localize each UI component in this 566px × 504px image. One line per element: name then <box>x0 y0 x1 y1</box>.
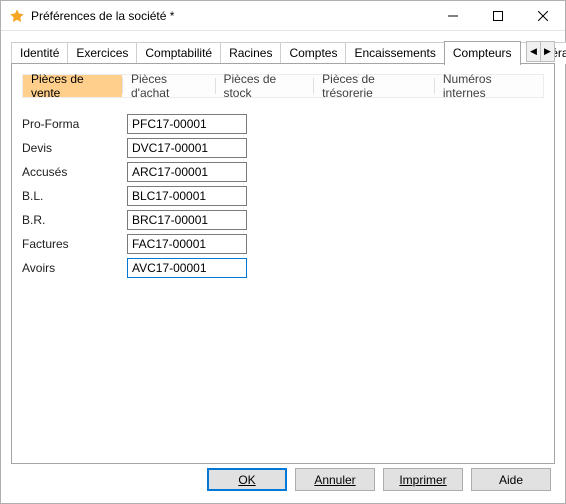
titlebar: Préférences de la société * <box>1 1 565 31</box>
input-avoirs[interactable] <box>127 258 247 278</box>
counters-form: Pro-Forma Devis Accusés B.L. B.R. Factur… <box>22 112 544 280</box>
input-devis[interactable] <box>127 138 247 158</box>
tabs-container: Identité Exercices Comptabilité Racines … <box>11 41 555 464</box>
help-button[interactable]: Aide <box>471 468 551 491</box>
subtab-numeros-internes[interactable]: Numéros internes <box>435 75 543 97</box>
input-accuses[interactable] <box>127 162 247 182</box>
app-star-icon <box>9 8 25 24</box>
tab-compteurs[interactable]: Compteurs <box>444 41 521 65</box>
label-accuses: Accusés <box>22 165 127 179</box>
tab-identite[interactable]: Identité <box>11 42 68 64</box>
row-avoirs: Avoirs <box>22 256 544 280</box>
close-button[interactable] <box>520 1 565 30</box>
tab-scroll-right[interactable]: ▶ <box>540 41 555 62</box>
maximize-button[interactable] <box>475 1 520 30</box>
input-br[interactable] <box>127 210 247 230</box>
main-tabstrip: Identité Exercices Comptabilité Racines … <box>11 41 555 64</box>
tab-comptes[interactable]: Comptes <box>280 42 346 64</box>
input-factures[interactable] <box>127 234 247 254</box>
cancel-button[interactable]: Annuler <box>295 468 375 491</box>
label-factures: Factures <box>22 237 127 251</box>
tab-encaissements[interactable]: Encaissements <box>345 42 444 64</box>
row-proforma: Pro-Forma <box>22 112 544 136</box>
window-controls <box>430 1 565 30</box>
subtab-pieces-achat[interactable]: Pièces d'achat <box>123 75 215 97</box>
minimize-button[interactable] <box>430 1 475 30</box>
subtab-bar: Pièces de vente Pièces d'achat Pièces de… <box>22 74 544 98</box>
row-br: B.R. <box>22 208 544 232</box>
input-proforma[interactable] <box>127 114 247 134</box>
tab-scroll-arrows: ◀ ▶ <box>526 41 555 62</box>
label-br: B.R. <box>22 213 127 227</box>
label-devis: Devis <box>22 141 127 155</box>
row-devis: Devis <box>22 136 544 160</box>
label-proforma: Pro-Forma <box>22 117 127 131</box>
tab-comptabilite[interactable]: Comptabilité <box>136 42 221 64</box>
input-bl[interactable] <box>127 186 247 206</box>
label-bl: B.L. <box>22 189 127 203</box>
row-factures: Factures <box>22 232 544 256</box>
tab-racines[interactable]: Racines <box>220 42 281 64</box>
ok-button[interactable]: OK <box>207 468 287 491</box>
row-accuses: Accusés <box>22 160 544 184</box>
subtab-pieces-vente[interactable]: Pièces de vente <box>23 75 122 97</box>
label-avoirs: Avoirs <box>22 261 127 275</box>
subtab-pieces-stock[interactable]: Pièces de stock <box>215 75 313 97</box>
subtab-pieces-tresorerie[interactable]: Pièces de trésorerie <box>314 75 434 97</box>
print-button[interactable]: Imprimer <box>383 468 463 491</box>
window-title: Préférences de la société * <box>31 9 430 23</box>
tab-exercices[interactable]: Exercices <box>67 42 137 64</box>
dialog-buttons: OK Annuler Imprimer Aide <box>207 468 551 491</box>
row-bl: B.L. <box>22 184 544 208</box>
tab-scroll-left[interactable]: ◀ <box>526 41 541 62</box>
tab-panel: Pièces de vente Pièces d'achat Pièces de… <box>11 64 555 464</box>
